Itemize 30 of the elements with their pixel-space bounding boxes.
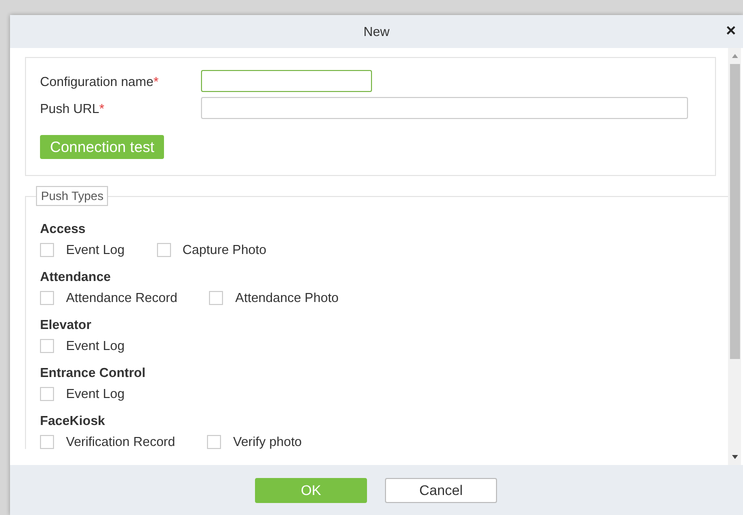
- checkbox[interactable]: [40, 338, 54, 352]
- checkbox[interactable]: [40, 434, 54, 448]
- checkbox[interactable]: [40, 386, 54, 400]
- scrollbar[interactable]: [728, 48, 741, 465]
- text-field[interactable]: [201, 97, 688, 119]
- checkbox-option[interactable]: Verification Record: [40, 434, 176, 449]
- checkbox-option[interactable]: Event Log: [40, 242, 125, 257]
- cancel-button[interactable]: Cancel: [385, 478, 497, 502]
- close-button[interactable]: ×: [726, 22, 736, 40]
- group-title: FaceKiosk: [40, 413, 106, 428]
- text-field[interactable]: [201, 70, 372, 92]
- group-title: Elevator: [40, 317, 92, 332]
- checkbox[interactable]: [40, 242, 54, 256]
- checkbox[interactable]: [209, 290, 224, 304]
- dialog-title: New: [363, 24, 390, 39]
- checkbox[interactable]: [40, 290, 54, 304]
- group-title: Attendance: [40, 269, 112, 284]
- field-label: Configuration name*: [40, 74, 160, 88]
- group-title: Access: [40, 221, 87, 236]
- checkbox-option[interactable]: Event Log: [40, 338, 125, 353]
- checkbox[interactable]: [207, 434, 222, 448]
- group-title: Entrance Control: [40, 365, 146, 380]
- checkbox-option[interactable]: Attendance Photo: [209, 290, 339, 305]
- checkbox-option[interactable]: Verify photo: [207, 434, 302, 449]
- section-legend: Push Types: [36, 186, 108, 206]
- checkbox-option[interactable]: Event Log: [40, 386, 125, 401]
- checkbox-option[interactable]: Attendance Record: [40, 290, 178, 305]
- checkbox[interactable]: [156, 242, 171, 256]
- field-label: Push URL*: [40, 100, 106, 116]
- checkbox-option[interactable]: Capture Photo: [156, 242, 266, 257]
